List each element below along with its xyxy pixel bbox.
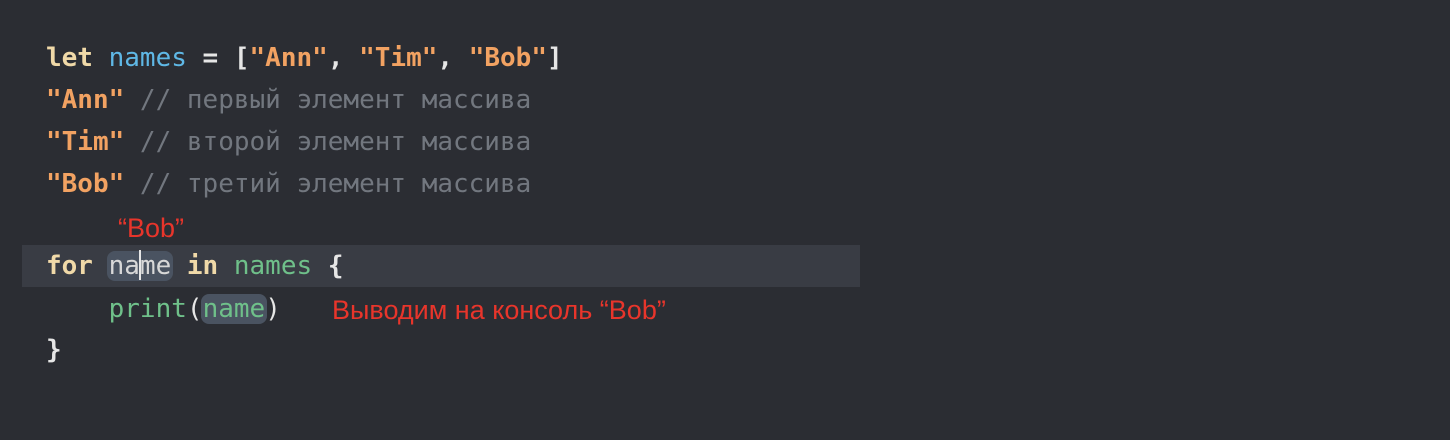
code-line-close[interactable]: } [46,330,62,370]
separator: , [327,43,360,73]
string-ann: "Ann" [46,85,125,115]
code-line-for[interactable]: for name in names { [46,246,343,286]
comment: // третий элемент массива [124,169,532,199]
code-line-2[interactable]: "Ann" // первый элемент массива [46,80,531,120]
string-tim: "Tim" [359,43,438,73]
paren-close: ) [265,294,281,324]
annotation-bob-value: “Bob” [118,213,185,243]
identifier-names: names [108,43,187,73]
string-bob: "Bob" [46,169,125,199]
keyword-in: in [186,251,219,281]
brace-open: { [327,251,344,281]
string-ann: "Ann" [249,43,328,73]
bracket-close: ] [547,43,563,73]
brace-close: } [46,335,62,365]
annotation-console-output: Выводим на консоль “Bob” [332,295,666,325]
comment: // первый элемент массива [124,85,532,115]
code-line-4[interactable]: "Bob" // третий элемент массива [46,164,531,204]
code-line-1[interactable]: let names = ["Ann", "Tim", "Bob"] [46,38,563,78]
string-bob: "Bob" [468,43,547,73]
loop-variable-name[interactable]: name [106,249,174,281]
code-line-print[interactable]: print(name) [46,289,281,329]
separator: , [437,43,469,73]
argument-name[interactable]: name [200,294,268,324]
code-editor[interactable]: let names = ["Ann", "Tim", "Bob"] "Ann" … [0,0,1450,440]
comment: // второй элемент массива [124,127,532,157]
identifier-names: names [233,251,313,281]
string-tim: "Tim" [46,127,125,157]
keyword-let: let [46,43,93,73]
operator-assign: = [ [186,43,250,73]
code-line-3[interactable]: "Tim" // второй элемент массива [46,122,531,162]
text-cursor [138,249,141,280]
function-print: print [108,294,187,324]
keyword-for: for [46,251,93,281]
